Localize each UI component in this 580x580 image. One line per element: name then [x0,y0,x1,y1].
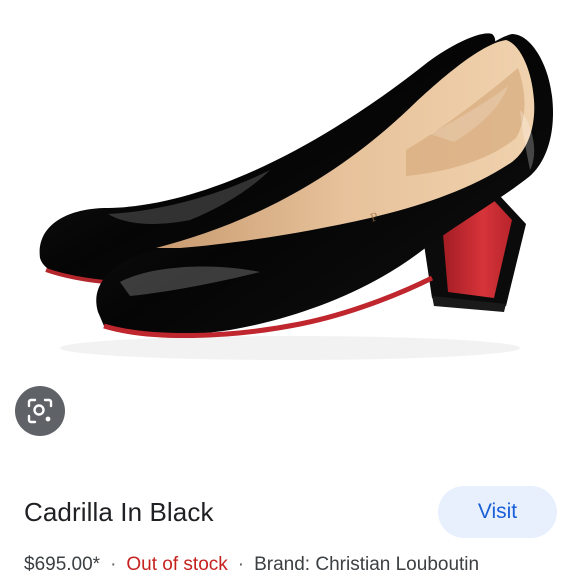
product-info-row: $695.00* · Out of stock · Brand: Christi… [24,553,479,577]
price: $695.00* [24,554,101,575]
product-image[interactable]: P [0,0,580,468]
visit-button[interactable]: Visit [438,486,557,538]
shoe-image: P [39,33,554,360]
brand-label: Brand: Christian Louboutin [254,554,480,575]
front-shoe: P [96,34,554,339]
product-title: Cadrilla In Black [24,497,214,527]
separator-dot: · [237,554,245,575]
lens-search-icon [27,398,53,424]
product-result-card: P Cadrilla In Black Visit $695.00* · Out [0,0,580,580]
separator-dot: · [110,554,117,575]
stock-status: Out of stock [126,554,228,575]
lens-search-button[interactable] [15,386,65,436]
